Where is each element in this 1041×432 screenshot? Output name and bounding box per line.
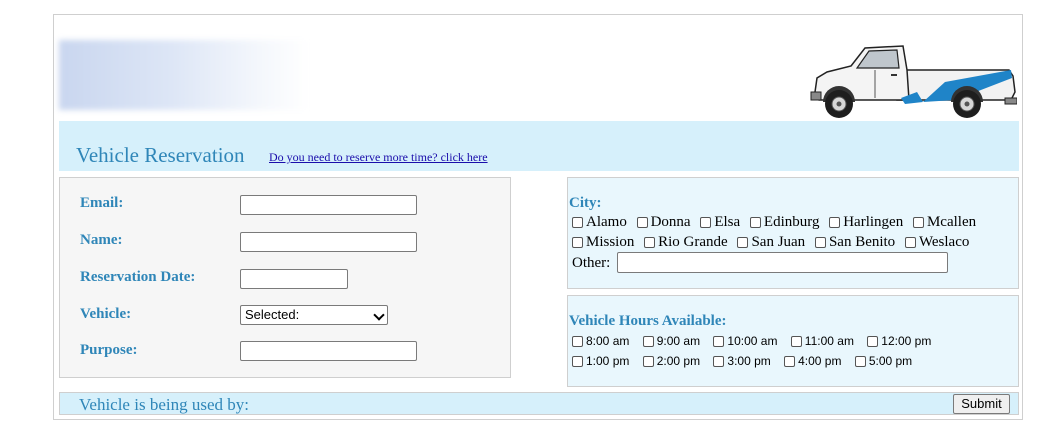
checkbox[interactable] (644, 237, 656, 249)
city-row-1: Alamo Donna Elsa Edinburg Harlingen Mcal… (572, 214, 982, 231)
vehicle-select[interactable]: Selected: (240, 305, 388, 325)
vehicle-select-value: Selected: (245, 307, 300, 322)
city-option-san-juan[interactable]: San Juan (737, 234, 805, 250)
hour-option-5pm[interactable]: 5:00 pm (854, 354, 912, 368)
hours-row-1: 8:00 am 9:00 am 10:00 am 11:00 am 12:00 … (572, 334, 941, 348)
city-row-2: Mission Rio Grande San Juan San Benito W… (572, 234, 975, 251)
vehicle-hours-label: Vehicle Hours Available: (569, 313, 727, 329)
city-option-rio-grande[interactable]: Rio Grande (644, 234, 728, 250)
logo-image (59, 40, 309, 110)
checkbox[interactable] (829, 217, 841, 229)
reservation-form-panel: Email: Name: Reservation Date: Vehicle: … (59, 177, 511, 378)
city-option-donna[interactable]: Donna (636, 214, 691, 230)
hour-option-2pm[interactable]: 2:00 pm (642, 354, 700, 368)
banner (59, 20, 1019, 121)
checkbox[interactable] (572, 356, 583, 368)
reservation-date-label: Reservation Date: (80, 269, 196, 285)
city-option-alamo[interactable]: Alamo (572, 214, 627, 230)
checkbox[interactable] (854, 356, 866, 368)
hour-option-4pm[interactable]: 4:00 pm (784, 354, 841, 368)
city-option-mission[interactable]: Mission (572, 234, 634, 250)
checkbox[interactable] (572, 237, 583, 249)
checkbox[interactable] (642, 336, 654, 348)
reservation-date-field[interactable] (240, 269, 348, 289)
city-option-weslaco[interactable]: Weslaco (904, 234, 969, 250)
checkbox[interactable] (713, 336, 725, 348)
city-other-field[interactable] (617, 252, 948, 273)
checkbox[interactable] (713, 356, 725, 368)
checkbox[interactable] (912, 217, 924, 229)
checkbox[interactable] (636, 217, 648, 229)
chevron-down-icon (373, 309, 385, 321)
city-option-san-benito[interactable]: San Benito (814, 234, 895, 250)
hour-option-3pm[interactable]: 3:00 pm (713, 354, 771, 368)
checkbox[interactable] (749, 217, 761, 229)
checkbox[interactable] (904, 237, 916, 249)
vehicle-usage-bar: Vehicle is being used by: (59, 392, 1019, 415)
page-title: Vehicle Reservation (76, 143, 245, 167)
checkbox[interactable] (737, 237, 749, 249)
name-label: Name: (80, 232, 123, 248)
hour-option-10am[interactable]: 10:00 am (713, 334, 777, 348)
city-panel: City: Alamo Donna Elsa Edinburg Harlinge… (567, 177, 1019, 289)
vehicle-label: Vehicle: (80, 306, 132, 322)
hour-option-1pm[interactable]: 1:00 pm (572, 354, 629, 368)
city-option-mcallen[interactable]: Mcallen (912, 214, 976, 230)
pickup-truck-icon (810, 45, 1017, 118)
hour-option-8am[interactable]: 8:00 am (572, 334, 629, 348)
title-bar: Vehicle Reservation Do you need to reser… (59, 121, 1019, 171)
email-label: Email: (80, 195, 124, 211)
checkbox[interactable] (572, 336, 583, 348)
checkbox[interactable] (814, 237, 826, 249)
city-option-edinburg[interactable]: Edinburg (749, 214, 819, 230)
purpose-field[interactable] (240, 341, 417, 361)
reserve-more-time-link[interactable]: Do you need to reserve more time? click … (269, 150, 488, 165)
hour-option-11am[interactable]: 11:00 am (790, 334, 854, 348)
checkbox[interactable] (700, 217, 712, 229)
checkbox[interactable] (642, 356, 654, 368)
city-label: City: (569, 195, 602, 211)
checkbox[interactable] (572, 217, 583, 229)
purpose-label: Purpose: (80, 342, 138, 358)
city-option-elsa[interactable]: Elsa (700, 214, 740, 230)
name-field[interactable] (240, 232, 417, 252)
submit-button[interactable]: Submit (953, 394, 1010, 414)
checkbox[interactable] (790, 336, 802, 348)
checkbox[interactable] (784, 356, 796, 368)
hour-option-9am[interactable]: 9:00 am (642, 334, 700, 348)
vehicle-used-by-label: Vehicle is being used by: (79, 395, 249, 414)
checkbox[interactable] (867, 336, 879, 348)
vehicle-hours-panel: Vehicle Hours Available: 8:00 am 9:00 am… (567, 295, 1019, 387)
hours-row-2: 1:00 pm 2:00 pm 3:00 pm 4:00 pm 5:00 pm (572, 354, 922, 368)
city-option-harlingen[interactable]: Harlingen (829, 214, 903, 230)
email-field[interactable] (240, 195, 417, 215)
city-other-label: Other: (572, 255, 611, 271)
hour-option-12pm[interactable]: 12:00 pm (867, 334, 931, 348)
